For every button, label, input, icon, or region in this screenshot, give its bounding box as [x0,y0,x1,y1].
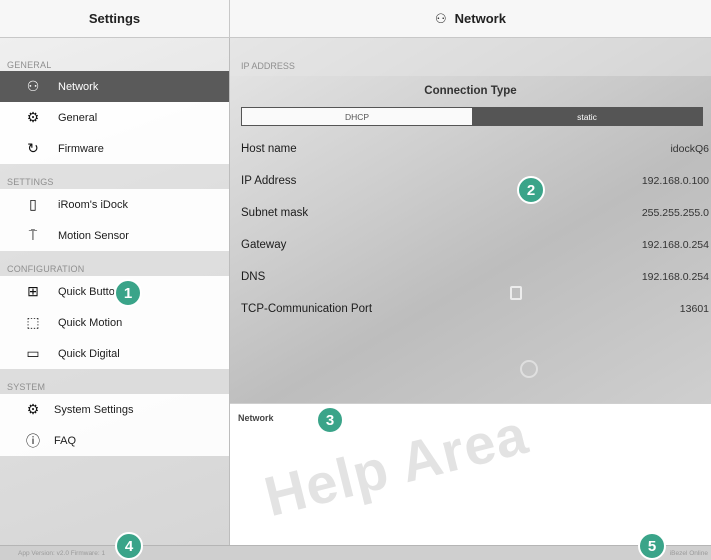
row-host-name[interactable]: Host name idockQ6 [230,133,711,165]
gear-icon: ⚙ [26,109,40,125]
row-label: Subnet mask [241,207,309,219]
callout-badge: 4 [115,532,143,560]
status-bar: App Version: v2.0 Firmware: 1 iBezel Onl… [0,545,711,560]
help-watermark: Help Area [258,403,534,529]
page-title: Network [454,11,506,26]
sidebar-item-label: Quick Digital [58,347,120,360]
help-icon: ⓘ [26,432,40,449]
sidebar-item-system-settings[interactable]: ⚙ System Settings [0,394,229,425]
row-value: 13601 [679,303,709,315]
sidebar-item-label: Quick Motion [58,316,123,329]
sidebar-item-label: Motion Sensor [58,229,129,242]
connection-type-label: Connection Type [424,85,517,97]
network-icon: ⚇ [435,10,447,26]
row-value: 192.168.0.254 [641,239,709,251]
sidebar-item-label: FAQ [54,434,77,447]
network-icon: ⚇ [26,78,40,94]
row-tcp-port[interactable]: TCP-Communication Port 13601 [230,293,711,325]
row-value: 192.168.0.254 [641,271,709,283]
sidebar-title: Settings [88,11,141,26]
callout-badge: 5 [638,532,666,560]
sidebar-item-label: Network [58,80,99,93]
row-label: Gateway [241,239,287,251]
sidebar-item-motion-sensor[interactable]: ⍑ Motion Sensor [0,220,229,251]
connection-status: iBezel Online [669,549,708,557]
main-header: ⚇ Network [230,0,711,38]
sidebar-item-label: Firmware [58,142,104,155]
sidebar-item-network[interactable]: ⚇ Network [0,71,229,102]
row-label: IP Address [241,175,297,187]
sidebar-item-quick-motion[interactable]: ⬚ Quick Motion [0,307,229,338]
sensor-icon: ⍑ [28,227,38,243]
settings-list: Host name idockQ6 IP Address 192.168.0.1… [230,133,711,325]
gear-icon: ⚙ [26,401,40,417]
row-value: 255.255.255.0 [641,207,709,219]
section-header-configuration: CONFIGURATION [0,251,229,276]
sidebar-item-general[interactable]: ⚙ General [0,102,229,133]
section-header-settings: SETTINGS [0,164,229,189]
sidebar-item-faq[interactable]: ⓘ FAQ [0,425,229,456]
row-dns[interactable]: DNS 192.168.0.254 [230,261,711,293]
row-label: TCP-Communication Port [241,303,373,315]
sidebar-item-idock[interactable]: ▯ iRoom's iDock [0,189,229,220]
callout-badge: 3 [316,406,344,434]
connection-type-segmented-control: DHCP static [241,107,703,126]
help-area: Network Help Area [230,403,711,545]
power-icon [520,360,538,378]
remote-icon: ⬚ [26,314,40,330]
row-value: 192.168.0.100 [641,175,709,187]
section-header-ip-address: IP ADDRESS [230,38,711,76]
callout-badge: 1 [114,279,142,307]
row-gateway[interactable]: Gateway 192.168.0.254 [230,229,711,261]
segment-static[interactable]: static [472,108,702,125]
row-ip-address[interactable]: IP Address 192.168.0.100 [230,165,711,197]
laptop-icon: ▭ [26,345,40,361]
help-title: Network [238,413,274,423]
sidebar-item-label: iRoom's iDock [58,198,128,211]
sidebar-item-quick-digital[interactable]: ▭ Quick Digital [0,338,229,369]
row-value: idockQ6 [670,143,709,155]
section-header-general: GENERAL [7,60,52,70]
section-header-system: SYSTEM [0,369,229,394]
sidebar-header: Settings [0,0,230,38]
network-settings-panel: IP ADDRESS Connection Type DHCP static H… [230,38,711,403]
tablet-icon: ▯ [29,196,37,212]
app-version-text: App Version: v2.0 Firmware: 1 [18,549,106,557]
row-label: DNS [241,271,266,283]
row-subnet-mask[interactable]: Subnet mask 255.255.255.0 [230,197,711,229]
sidebar-item-firmware[interactable]: ↻ Firmware [0,133,229,164]
keypad-icon: ⊞ [27,283,39,299]
refresh-icon: ↻ [27,140,39,156]
sidebar-item-label: General [58,111,98,124]
lock-icon [510,286,522,300]
callout-badge: 2 [517,176,545,204]
sidebar-item-label: System Settings [54,403,134,416]
row-label: Host name [241,143,297,155]
segment-dhcp[interactable]: DHCP [242,108,472,125]
